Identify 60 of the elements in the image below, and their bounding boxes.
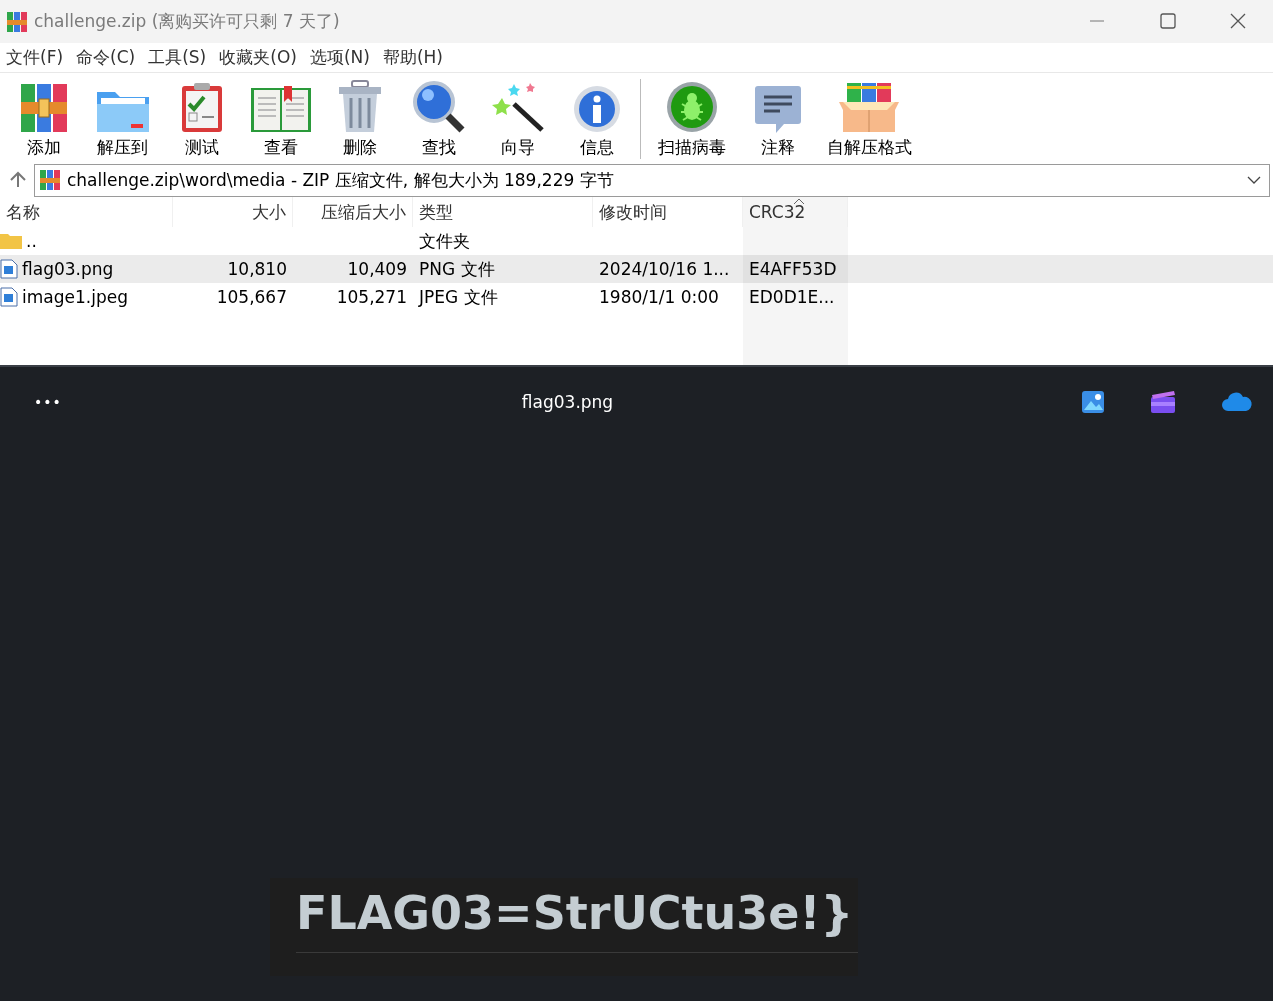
table-cell: JPEG 文件 [419,285,498,309]
file-name[interactable]: flag03.png [22,259,114,279]
toolbar-button[interactable]: 信息 [557,73,636,163]
toolbar-button[interactable]: 向导 [478,73,557,163]
toolbar-button[interactable]: 删除 [320,73,399,163]
info-icon [571,84,622,134]
up-arrow-icon[interactable] [8,170,28,190]
column-header[interactable]: 类型 [413,197,593,227]
trash-icon [336,80,383,134]
menu-item[interactable]: 工具(S) [146,46,218,69]
toolbar-button[interactable]: 测试 [162,73,241,163]
bug-icon [665,80,719,134]
video-clip-icon[interactable] [1150,390,1176,414]
table-cell: PNG 文件 [419,257,495,281]
table-cell: 2024/10/16 1... [599,259,730,279]
table-cell: E4AFF53D [749,259,837,279]
archive-icon [39,169,61,191]
path-field[interactable]: challenge.zip\word\media - ZIP 压缩文件, 解包大小为 189,229 字节 [34,163,1270,197]
table-row[interactable]: image1.jpeg 105,667 105,271 JPEG 文件 1980/1/1 0:00 ED0D1E... [0,283,1273,311]
column-header[interactable]: 名称 [0,197,173,227]
photo-editor-icon[interactable] [1081,390,1105,414]
folder-icon [0,233,22,249]
table-cell: 文件夹 [419,229,470,253]
app-icon [6,10,28,33]
table-cell: 105,667 [216,287,287,307]
toolbar-button[interactable]: 注释 [738,73,817,163]
table-row[interactable]: flag03.png 10,810 10,409 PNG 文件 2024/10/16 1... E4AFF53D [0,255,1273,283]
checklist-icon [179,82,224,134]
chevron-down-icon [1247,175,1261,185]
speech-bubble-icon [753,84,802,134]
menu-item[interactable]: 文件(F) [4,46,75,69]
file-name[interactable]: .. [26,231,37,251]
table-row[interactable]: .. 文件夹 [0,227,1273,255]
table-cell: 10,409 [347,259,407,279]
menu-item[interactable]: 收藏夹(O) [217,46,308,69]
toolbar-button[interactable]: 扫描病毒 [646,73,738,163]
table-cell: 1980/1/1 0:00 [599,287,719,307]
file-title: flag03.png [520,392,615,412]
table-cell: ED0D1E... [749,287,835,307]
toolbar-button[interactable]: 解压到 [83,73,162,163]
box-icon [837,82,901,134]
menu-item[interactable]: 帮助(H) [380,46,454,69]
table-cell: 105,271 [336,287,407,307]
column-header[interactable]: 压缩后大小 [293,197,413,227]
flag-text: FLAG03=StrUCtu3e!} [296,885,855,942]
books-icon [18,82,69,134]
book-icon [249,84,312,134]
column-header[interactable]: 大小 [173,197,293,227]
toolbar-button[interactable]: 添加 [4,73,83,163]
menu-item[interactable]: 命令(C) [74,46,147,69]
toolbar-button[interactable]: 自解压格式 [817,73,921,163]
table-cell: 10,810 [227,259,287,279]
cloud-icon[interactable] [1221,391,1253,413]
window-title: challenge.zip (离购买许可只剩 7 天了) [34,10,341,33]
toolbar-button[interactable]: 查找 [399,73,478,163]
file-name[interactable]: image1.jpeg [22,287,128,307]
toolbar-button[interactable]: 查看 [241,73,320,163]
menu-item[interactable]: 选项(N) [307,46,381,69]
magnifier-icon [411,80,466,134]
more-options-button[interactable]: ••• [34,394,94,410]
